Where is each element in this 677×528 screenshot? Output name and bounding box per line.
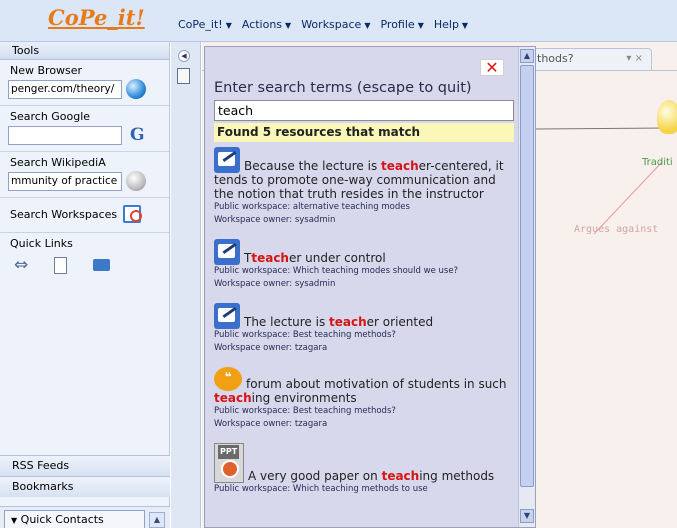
search-google-section: Search Google G: [0, 106, 169, 152]
quote-bubble-icon: ❝: [214, 367, 242, 391]
new-browser-label: New Browser: [10, 64, 83, 77]
quick-links-label: Quick Links: [10, 237, 73, 250]
search-dialog-title: Enter search terms (escape to quit): [214, 80, 472, 96]
quick-contacts-header[interactable]: ▼ Quick Contacts: [4, 509, 145, 528]
chevron-down-icon: ▼: [285, 21, 292, 30]
chevron-down-icon: ▼: [225, 21, 232, 30]
result-workspace: Public workspace: Which teaching modes s…: [214, 266, 459, 276]
menu-workspace[interactable]: Workspace ▼: [301, 18, 370, 31]
search-result-count: Found 5 resources that match: [214, 123, 514, 142]
search-result-item[interactable]: The lecture is teacher oriented Public w…: [214, 303, 514, 355]
tools-header[interactable]: Tools: [0, 42, 169, 60]
new-browser-section: New Browser penger.com/theory/: [0, 60, 169, 106]
results-scrollbar[interactable]: ▲ ▼: [518, 47, 535, 527]
search-workspaces-button[interactable]: Search Workspaces: [0, 201, 169, 227]
document-icon[interactable]: [177, 68, 190, 84]
search-result-item[interactable]: Tteacher under control Public workspace:…: [214, 239, 514, 291]
quick-contacts-row: ▼ Quick Contacts ▲: [0, 506, 170, 528]
menu-workspace-label: Workspace: [301, 18, 362, 31]
main-menu: CoPe_it! ▼ Actions ▼ Workspace ▼ Profile ▼ H…: [178, 18, 478, 31]
search-wikipedia-label: Search WikipediA: [10, 156, 106, 169]
chevron-down-icon: ▼: [364, 21, 371, 30]
folder-icon[interactable]: [93, 259, 111, 271]
search-results-list: Because the lecture is teacher-centered,…: [214, 147, 514, 508]
resize-arrows-icon[interactable]: ⇔: [14, 255, 28, 275]
collapse-panel-icon[interactable]: ◀: [178, 50, 190, 62]
panel-divider: ◀: [171, 42, 201, 528]
menu-actions[interactable]: Actions ▼: [242, 18, 291, 31]
bookmarks-header[interactable]: Bookmarks: [0, 476, 170, 497]
search-result-item[interactable]: PPT A very good paper on teaching methods…: [214, 443, 514, 496]
search-dialog: ✕ Enter search terms (escape to quit) te…: [204, 46, 536, 528]
edge-label: Argues against: [574, 224, 659, 235]
search-input[interactable]: teach: [214, 100, 514, 121]
tools-panel: Tools New Browser penger.com/theory/ Sea…: [0, 42, 170, 528]
google-icon[interactable]: G: [130, 125, 145, 145]
search-workspaces-section: Search Workspaces: [0, 198, 169, 233]
note-icon: [214, 147, 240, 173]
note-icon: [214, 239, 240, 265]
search-wikipedia-section: Search WikipediA mmunity of practice: [0, 152, 169, 198]
idea-bulb-icon[interactable]: [657, 100, 677, 134]
scrollbar-thumb[interactable]: [520, 65, 534, 487]
node-label: Traditi: [642, 157, 673, 168]
menu-help[interactable]: Help ▼: [434, 18, 468, 31]
result-workspace: Public workspace: alternative teaching m…: [214, 202, 410, 212]
menu-profile-label: Profile: [380, 18, 415, 31]
quick-contacts-label: Quick Contacts: [20, 512, 104, 526]
menu-cope-it[interactable]: CoPe_it! ▼: [178, 18, 232, 31]
expand-triangle-icon: ▼: [11, 515, 18, 525]
result-workspace: Public workspace: Best teaching methods?: [214, 406, 396, 416]
wikipedia-globe-icon[interactable]: [126, 171, 146, 191]
new-browser-input[interactable]: penger.com/theory/: [8, 79, 122, 99]
search-result-item[interactable]: ❝ forum about motivation of students in s…: [214, 367, 514, 431]
result-owner: Workspace owner: tzagara: [214, 419, 328, 429]
result-owner: Workspace owner: sysadmin: [214, 215, 336, 225]
scroll-up-icon[interactable]: ▲: [520, 49, 534, 63]
ppt-file-icon: PPT: [214, 443, 244, 483]
chevron-down-icon: ▼: [461, 21, 469, 30]
workspace-search-icon: [123, 205, 143, 223]
result-owner: Workspace owner: sysadmin: [214, 279, 336, 289]
result-workspace: Public workspace: Which teaching methods…: [214, 484, 428, 494]
result-owner: Workspace owner: tzagara: [214, 343, 328, 353]
search-google-label: Search Google: [10, 110, 91, 123]
scroll-down-icon[interactable]: ▼: [520, 509, 534, 523]
scroll-up-button[interactable]: ▲: [149, 511, 165, 528]
close-icon[interactable]: ✕: [480, 59, 504, 76]
search-google-input[interactable]: [8, 125, 122, 145]
search-wikipedia-input[interactable]: mmunity of practice: [8, 171, 122, 191]
menu-help-label: Help: [433, 18, 459, 31]
search-workspaces-label: Search Workspaces: [10, 207, 118, 221]
browser-globe-icon[interactable]: [126, 79, 146, 99]
app-logo[interactable]: CoPe_it!: [48, 5, 145, 30]
quick-links-section: Quick Links ⇔: [0, 233, 169, 279]
chevron-down-icon: ▼: [417, 21, 424, 30]
new-page-icon[interactable]: [54, 256, 68, 274]
menu-cope-it-label: CoPe_it!: [178, 18, 223, 31]
note-icon: [214, 303, 240, 329]
menu-profile[interactable]: Profile ▼: [380, 18, 423, 31]
menu-actions-label: Actions: [241, 18, 283, 31]
result-workspace: Public workspace: Best teaching methods?: [214, 330, 396, 340]
rss-feeds-header[interactable]: RSS Feeds: [0, 455, 170, 476]
top-menu-bar: CoPe_it! CoPe_it! ▼ Actions ▼ Workspace ▼ P…: [0, 0, 677, 42]
search-result-item[interactable]: Because the lecture is teacher-centered,…: [214, 147, 514, 227]
